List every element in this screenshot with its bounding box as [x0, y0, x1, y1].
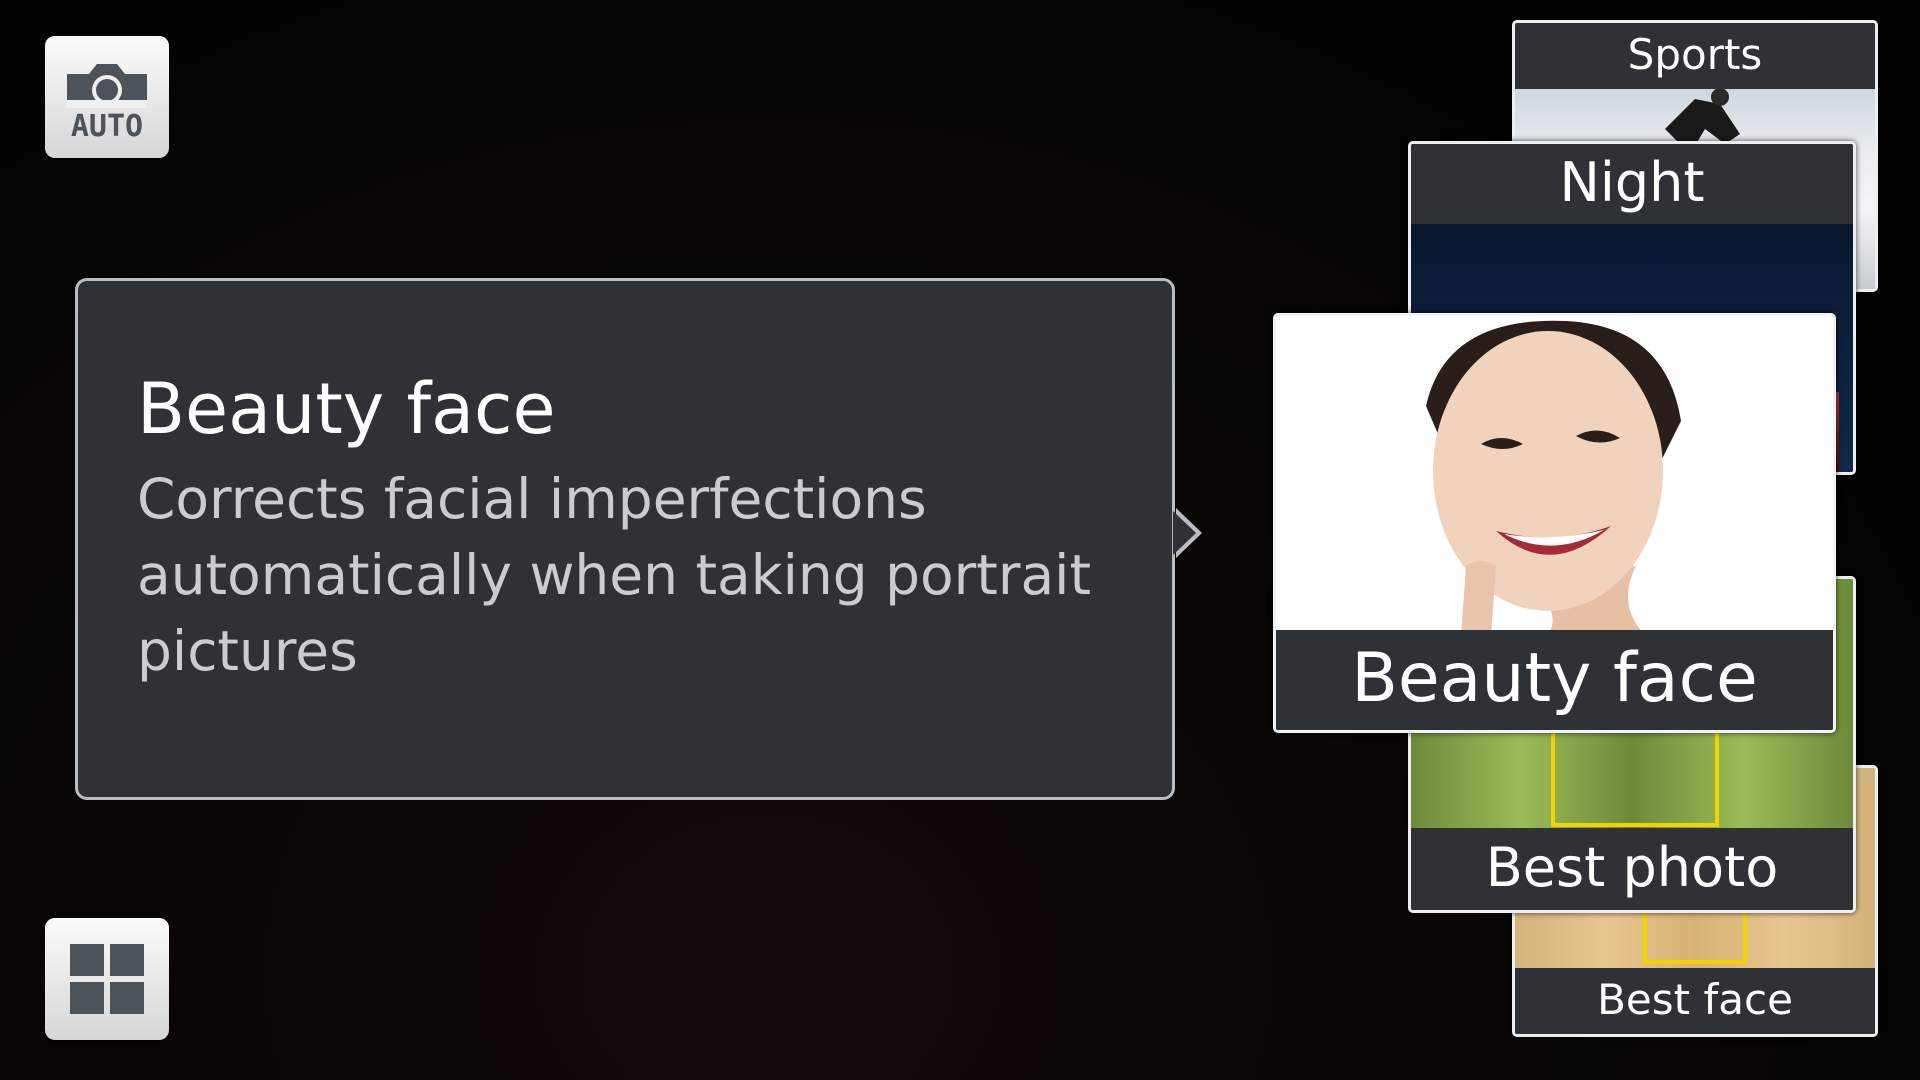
mode-card-label: Sports [1515, 23, 1875, 89]
mode-description-panel: Beauty face Corrects facial imperfection… [75, 278, 1175, 800]
beauty-face-thumbnail [1276, 316, 1833, 636]
camera-auto-icon: AUTO [67, 64, 147, 142]
mode-grid-button[interactable] [45, 918, 169, 1040]
grid-icon [70, 944, 144, 1014]
mode-card-beauty-face[interactable]: Beauty face [1273, 313, 1836, 733]
mode-description-title: Beauty face [137, 368, 556, 450]
mode-card-label: Night [1411, 144, 1853, 224]
svg-text:AUTO: AUTO [71, 109, 143, 142]
mode-card-label: Best photo [1411, 828, 1853, 910]
camera-mode-button[interactable]: AUTO [45, 36, 169, 158]
mode-description-body: Corrects facial imperfections automatica… [137, 467, 1092, 683]
mode-card-label: Beauty face [1276, 630, 1833, 730]
mode-card-label: Best face [1515, 968, 1875, 1034]
